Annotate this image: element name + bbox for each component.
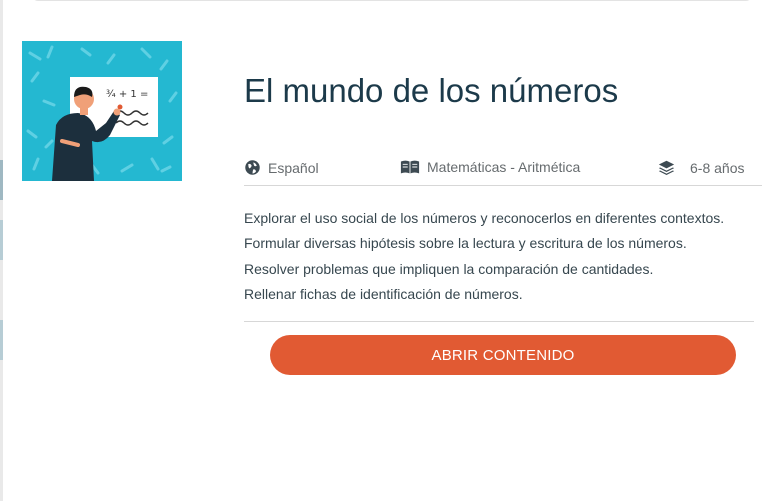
svg-text:¾ + 1 =: ¾ + 1 = xyxy=(106,89,148,100)
age-meta: 6-8 años xyxy=(658,159,744,176)
globe-icon xyxy=(245,160,260,175)
course-card: ¾ + 1 = El mundo de los números Español xyxy=(0,0,782,501)
open-content-button[interactable]: ABRIR CONTENIDO xyxy=(270,335,736,375)
age-label: 6-8 años xyxy=(690,159,745,176)
course-objectives: Explorar el uso social de los números y … xyxy=(244,206,754,323)
language-label: Español xyxy=(268,159,319,176)
objective-item: Explorar el uso social de los números y … xyxy=(244,210,725,226)
language-meta: Español xyxy=(244,159,319,176)
objective-item: Resolver problemas que impliquen la comp… xyxy=(244,260,654,277)
course-title: El mundo de los números xyxy=(244,72,619,109)
teacher-at-whiteboard-illustration: ¾ + 1 = xyxy=(26,45,178,181)
course-meta-row: Español Matemáticas - Aritmética 6-8 año… xyxy=(244,155,762,186)
objective-item: Rellenar fichas de identificación de núm… xyxy=(244,285,523,302)
course-thumbnail[interactable]: ¾ + 1 = xyxy=(22,41,182,181)
subject-meta: Matemáticas - Aritmética xyxy=(400,159,580,175)
objective-item: Formular diversas hipótesis sobre la lec… xyxy=(244,235,687,252)
layers-icon xyxy=(658,160,675,175)
subject-label: Matemáticas - Aritmética xyxy=(427,159,581,175)
book-icon xyxy=(400,160,420,174)
